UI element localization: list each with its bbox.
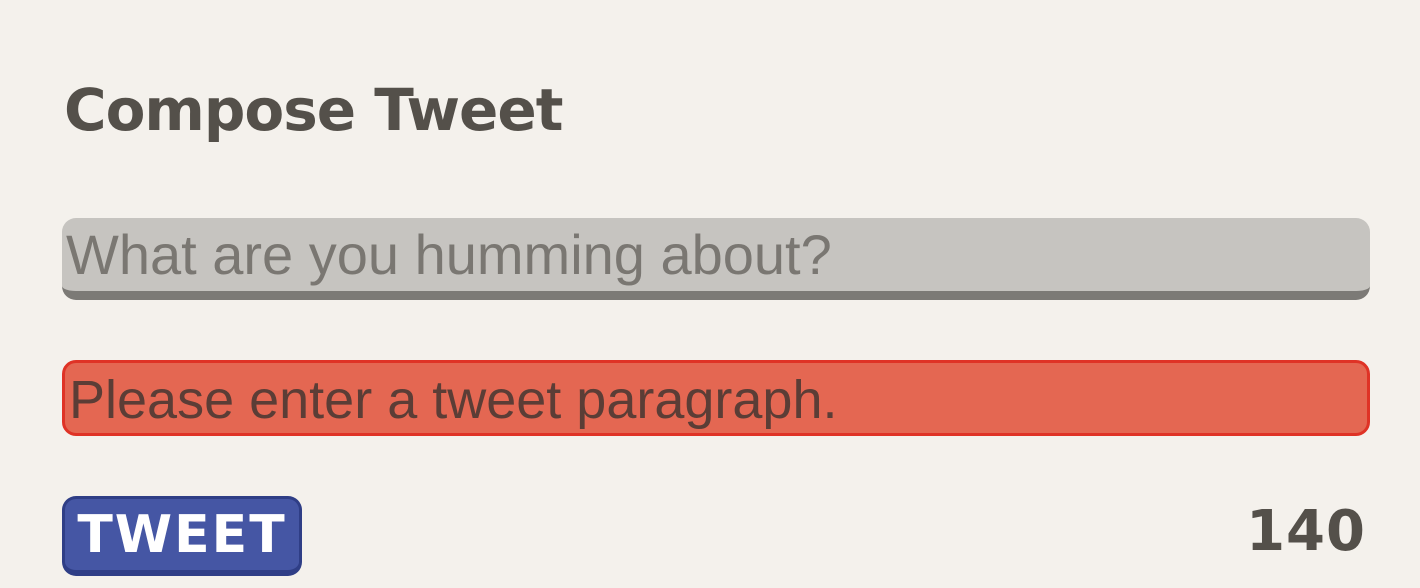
tweet-input-container[interactable] (62, 218, 1370, 300)
character-counter: 140 (1246, 499, 1366, 564)
tweet-input[interactable] (62, 218, 1370, 291)
error-message: Please enter a tweet paragraph. (69, 370, 838, 430)
tweet-button[interactable]: TWEET (62, 496, 302, 576)
page-title: Compose Tweet (64, 76, 563, 144)
error-message-box: Please enter a tweet paragraph. (62, 360, 1370, 436)
